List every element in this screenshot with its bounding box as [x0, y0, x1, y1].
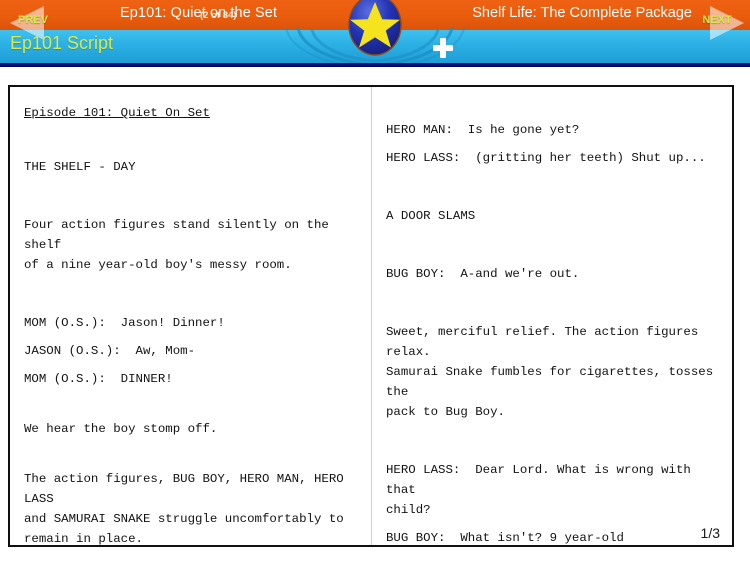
next-button[interactable]: NEXT: [688, 0, 746, 44]
header-navy-rule: [0, 63, 750, 67]
script-block: HERO MAN: Is he gone yet?: [386, 123, 580, 137]
script-block: A DOOR SLAMS: [386, 209, 476, 223]
script-block: The action figures, BUG BOY, HERO MAN, H…: [24, 472, 344, 545]
script-block: Four action figures stand silently on th…: [24, 218, 329, 272]
page-indicator: 1/3: [700, 525, 720, 541]
script-block: JASON (O.S.): Aw, Mom-: [24, 344, 196, 358]
header-title: Ep101: Quiet on the Set: [120, 5, 278, 21]
script-block: We hear the boy stomp off.: [24, 422, 218, 436]
script-block: HERO LASS: Dear Lord. What is wrong with…: [386, 463, 691, 517]
prev-button-label: PREV: [18, 14, 48, 26]
header-item-count: (2 of 84): [200, 10, 237, 21]
next-button-label: NEXT: [702, 14, 732, 26]
script-block: BUG BOY: What isn't? 9 year-old sociopat…: [386, 531, 624, 545]
collection-title: Shelf Life: The Complete Package: [472, 5, 692, 21]
script-block: Episode 101: Quiet On Set: [24, 106, 210, 120]
script-columns: Episode 101: Quiet On Set THE SHELF - DAY…: [10, 87, 732, 545]
script-block: BUG BOY: A-and we're out.: [386, 267, 580, 281]
script-block: HERO LASS: (gritting her teeth) Shut up.…: [386, 151, 706, 165]
script-block: MOM (O.S.): Jason! Dinner!: [24, 316, 225, 330]
star-logo-icon[interactable]: [346, 0, 404, 56]
page-subtitle: Ep101 Script: [10, 33, 114, 53]
app-root: PREV NEXT Ep101: Quiet on the Set (2 of …: [0, 0, 750, 563]
script-column-left: Episode 101: Quiet On Set THE SHELF - DAY…: [10, 87, 371, 545]
script-viewer: Episode 101: Quiet On Set THE SHELF - DAY…: [8, 85, 734, 547]
script-block: MOM (O.S.): DINNER!: [24, 372, 173, 386]
script-block: THE SHELF - DAY: [24, 160, 136, 174]
app-header: PREV NEXT Ep101: Quiet on the Set (2 of …: [0, 0, 750, 67]
add-icon[interactable]: [433, 38, 453, 58]
script-block: Sweet, merciful relief. The action figur…: [386, 325, 714, 419]
script-column-right: HERO MAN: Is he gone yet? HERO LASS: (gri…: [371, 87, 732, 545]
